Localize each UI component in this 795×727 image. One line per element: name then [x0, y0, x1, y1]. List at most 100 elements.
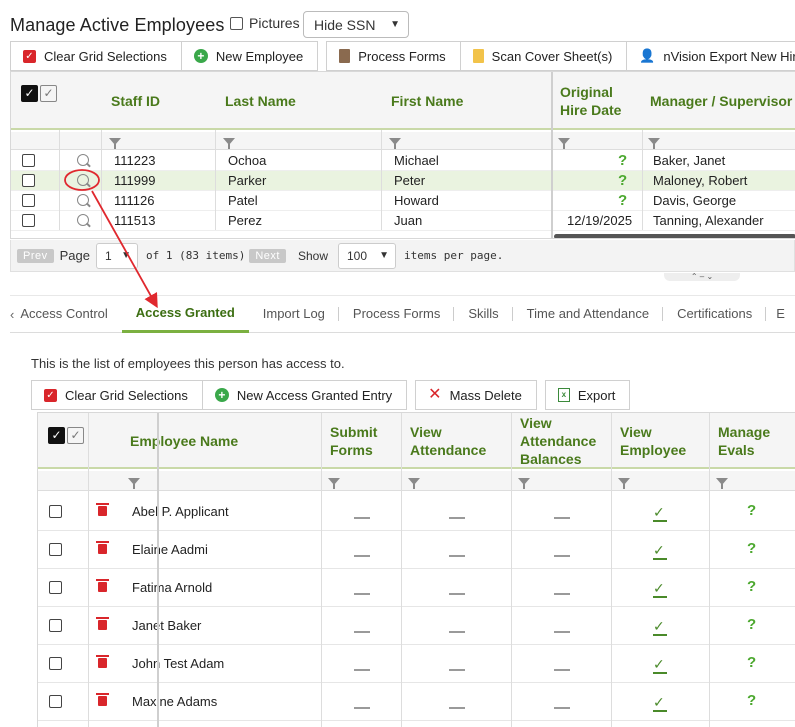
column-divider — [59, 130, 60, 230]
col-header-view-attendance-balances[interactable]: View Attendance Balances — [520, 413, 610, 469]
nvision-export-button[interactable]: 👤 nVision Export New Hir — [627, 41, 795, 71]
filter-icon[interactable] — [128, 478, 140, 489]
tab-access-granted[interactable]: Access Granted — [121, 295, 249, 333]
table-row[interactable]: 111513 Perez Juan 12/19/2025 Tanning, Al… — [11, 211, 795, 231]
row-checkbox[interactable] — [22, 154, 35, 167]
horizontal-scrollbar[interactable] — [554, 234, 795, 238]
tab-skills[interactable]: Skills — [454, 295, 514, 333]
row-checkbox[interactable] — [49, 695, 62, 708]
clear-grid-selections-button[interactable]: ✓ Clear Grid Selections — [31, 380, 203, 410]
zoom-icon[interactable] — [77, 214, 89, 226]
checkmark-icon: ✓ — [653, 542, 667, 560]
filter-icon[interactable] — [618, 478, 630, 489]
zoom-icon[interactable] — [77, 154, 89, 166]
cell-employee-name: Fatima Arnold — [132, 580, 213, 595]
filter-icon[interactable] — [648, 138, 660, 149]
row-checkbox[interactable] — [49, 657, 62, 670]
tab-process-forms[interactable]: Process Forms — [339, 295, 455, 333]
table-row[interactable]: Elaine Aadmi ✓ ? — [38, 531, 795, 569]
trash-icon[interactable] — [96, 503, 109, 516]
tab-time-and-attendance[interactable]: Time and Attendance — [513, 295, 664, 333]
filter-icon[interactable] — [518, 478, 530, 489]
col-header-original-hire-date[interactable]: Original Hire Date — [560, 72, 642, 130]
new-access-granted-entry-button[interactable]: + New Access Granted Entry — [202, 380, 408, 410]
dash-icon — [449, 631, 465, 633]
row-checkbox[interactable] — [49, 543, 62, 556]
table-row[interactable]: Fatima Arnold ✓ ? — [38, 569, 795, 607]
table-row[interactable]: Janet Baker ✓ ? — [38, 607, 795, 645]
pictures-toggle[interactable]: Pictures — [230, 15, 300, 31]
zoom-icon[interactable] — [77, 174, 89, 186]
export-button[interactable]: x Export — [544, 380, 631, 410]
cell-first-name: Michael — [394, 153, 439, 168]
scan-cover-sheets-button[interactable]: Scan Cover Sheet(s) — [460, 41, 628, 71]
col-header-employee-name[interactable]: Employee Name — [130, 413, 238, 469]
export-label: Export — [577, 387, 616, 403]
question-mark-icon: ? — [747, 692, 757, 709]
row-checkbox[interactable] — [49, 619, 62, 632]
excel-icon: x — [557, 388, 570, 402]
row-checkbox[interactable] — [49, 505, 62, 518]
table-row[interactable]: 111223 Ochoa Michael ? Baker, Janet — [11, 151, 795, 171]
column-divider — [709, 413, 710, 727]
table-row[interactable]: Abel P. Applicant ✓ ? — [38, 493, 795, 531]
table-row[interactable]: 111999 Parker Peter ? Maloney, Robert — [11, 171, 795, 191]
chevron-down-icon: ▼ — [121, 250, 131, 261]
filter-icon[interactable] — [558, 138, 570, 149]
col-header-submit-forms[interactable]: Submit Forms — [330, 413, 396, 469]
tab-access-control[interactable]: Access Control — [14, 295, 121, 333]
ssn-select[interactable]: Hide SSN ▼ — [303, 11, 409, 38]
trash-icon[interactable] — [96, 617, 109, 630]
col-header-view-attendance[interactable]: View Attendance — [410, 413, 500, 469]
dash-icon — [554, 669, 570, 671]
row-checkbox[interactable] — [49, 581, 62, 594]
page-select[interactable]: 1 ▼ — [96, 242, 138, 269]
col-header-first-name[interactable]: First Name — [391, 72, 463, 130]
col-header-manager-supervisor[interactable]: Manager / Supervisor — [650, 72, 792, 130]
row-checkbox[interactable] — [22, 174, 35, 187]
col-header-view-employee[interactable]: View Employee — [620, 413, 700, 469]
process-forms-button[interactable]: Process Forms — [326, 41, 461, 71]
trash-icon[interactable] — [96, 579, 109, 592]
frozen-column-divider — [157, 413, 159, 727]
tab-overflow[interactable]: E — [766, 295, 795, 333]
column-divider — [611, 413, 612, 727]
col-header-manage-evals[interactable]: Manage Evals — [718, 413, 788, 469]
cell-first-name: Howard — [394, 193, 439, 208]
table-row[interactable]: Maxine Adams ✓ ? — [38, 683, 795, 721]
new-employee-button[interactable]: + New Employee — [181, 41, 319, 71]
select-all-icon[interactable]: ✓ — [48, 427, 65, 444]
col-header-staff-id[interactable]: Staff ID — [111, 72, 160, 130]
pictures-checkbox[interactable] — [230, 16, 243, 30]
select-page-icon[interactable]: ✓ — [40, 85, 57, 102]
trash-icon[interactable] — [96, 541, 109, 554]
dash-icon — [354, 707, 370, 709]
prev-page-button[interactable]: Prev — [17, 248, 54, 263]
panel-splitter-handle[interactable]: ⌃ ‒ ⌄ — [664, 273, 740, 281]
filter-icon[interactable] — [109, 138, 121, 149]
col-header-last-name[interactable]: Last Name — [225, 72, 296, 130]
trash-icon[interactable] — [96, 693, 109, 706]
select-page-icon[interactable]: ✓ — [67, 427, 84, 444]
zoom-icon[interactable] — [77, 194, 89, 206]
row-checkbox[interactable] — [22, 214, 35, 227]
next-page-button[interactable]: Next — [249, 248, 286, 263]
clear-grid-selections-label: Clear Grid Selections — [65, 387, 188, 403]
select-all-icon[interactable]: ✓ — [21, 85, 38, 102]
cell-first-name: Peter — [394, 173, 426, 188]
tab-import-log[interactable]: Import Log — [249, 295, 340, 333]
filter-icon[interactable] — [389, 138, 401, 149]
filter-icon[interactable] — [716, 478, 728, 489]
row-checkbox[interactable] — [22, 194, 35, 207]
filter-icon[interactable] — [223, 138, 235, 149]
clear-grid-selections-button[interactable]: ✓ Clear Grid Selections — [10, 41, 182, 71]
items-per-page-select[interactable]: 100 ▼ — [338, 242, 396, 269]
filter-icon[interactable] — [328, 478, 340, 489]
table-row[interactable]: 111126 Patel Howard ? Davis, George — [11, 191, 795, 211]
trash-icon[interactable] — [96, 655, 109, 668]
filter-icon[interactable] — [408, 478, 420, 489]
tab-certifications[interactable]: Certifications — [663, 295, 767, 333]
checkmark-icon: ✓ — [653, 504, 667, 522]
table-row[interactable]: John Test Adam ✓ ? — [38, 645, 795, 683]
mass-delete-button[interactable]: ✕ Mass Delete — [415, 380, 537, 410]
